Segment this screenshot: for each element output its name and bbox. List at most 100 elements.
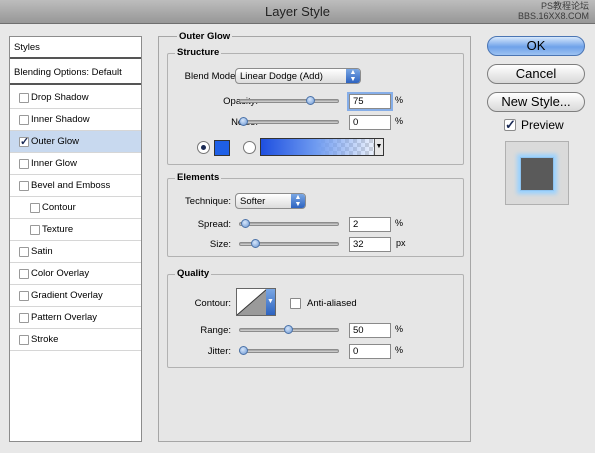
- style-item-checkbox[interactable]: [19, 135, 29, 148]
- opacity-unit: %: [395, 95, 404, 105]
- style-item-checkbox[interactable]: [19, 291, 29, 301]
- style-item-label: Texture: [42, 224, 74, 235]
- watermark-line-1: PS教程论坛: [540, 1, 589, 11]
- jitter-slider[interactable]: [239, 346, 339, 355]
- new-style-button[interactable]: New Style...: [487, 92, 585, 112]
- preview-square: [520, 157, 554, 191]
- style-item-contour[interactable]: Contour: [10, 197, 141, 219]
- gradient-radio[interactable]: [243, 141, 256, 154]
- style-item-checkbox[interactable]: [19, 335, 29, 345]
- spread-slider-knob[interactable]: [240, 219, 250, 228]
- size-slider-knob[interactable]: [250, 239, 260, 248]
- style-item-checkbox[interactable]: [19, 269, 29, 279]
- technique-label: Technique:: [185, 196, 231, 207]
- style-item-texture[interactable]: Texture: [10, 219, 141, 241]
- style-item-satin[interactable]: Satin: [10, 241, 141, 263]
- gradient-picker[interactable]: ▼: [260, 138, 384, 156]
- blending-options-item[interactable]: Blending Options: Default: [10, 61, 141, 85]
- style-item-gradient-overlay[interactable]: Gradient Overlay: [10, 285, 141, 307]
- opacity-slider-knob[interactable]: [305, 96, 315, 105]
- range-slider-knob[interactable]: [283, 325, 293, 334]
- contour-label: Contour:: [194, 298, 231, 309]
- antialiased-checkbox[interactable]: [290, 298, 301, 309]
- blend-mode-select[interactable]: Linear Dodge (Add) ▲ ▼: [235, 68, 361, 84]
- style-item-pattern-overlay[interactable]: Pattern Overlay: [10, 307, 141, 329]
- size-field[interactable]: 32: [349, 237, 391, 252]
- ok-button[interactable]: OK: [487, 36, 585, 56]
- style-item-inner-shadow[interactable]: Inner Shadow: [10, 109, 141, 131]
- opacity-slider[interactable]: [239, 96, 339, 105]
- style-item-label: Stroke: [31, 334, 59, 345]
- blend-mode-value: Linear Dodge (Add): [240, 71, 323, 82]
- preview-label: Preview: [521, 118, 564, 132]
- style-item-checkbox[interactable]: [19, 247, 29, 257]
- chevron-down-icon: ▼: [266, 289, 275, 315]
- jitter-field[interactable]: 0: [349, 344, 391, 359]
- glow-color-swatch[interactable]: [214, 140, 230, 156]
- watermark-line-2: BBS.16XX8.COM: [517, 11, 589, 21]
- style-item-checkbox[interactable]: [19, 93, 29, 103]
- structure-title: Structure: [175, 47, 222, 58]
- spread-unit: %: [395, 218, 404, 228]
- contour-curve-icon: [237, 289, 267, 315]
- styles-list: Styles Blending Options: Default Drop Sh…: [9, 36, 142, 442]
- elements-title: Elements: [175, 172, 222, 183]
- cancel-button[interactable]: Cancel: [487, 64, 585, 84]
- style-item-inner-glow[interactable]: Inner Glow: [10, 153, 141, 175]
- radio-dot-icon: [201, 145, 206, 150]
- opacity-field[interactable]: 75: [349, 94, 391, 109]
- style-item-checkbox[interactable]: [19, 313, 29, 323]
- size-label: Size:: [209, 239, 231, 250]
- style-item-label: Inner Shadow: [31, 114, 90, 125]
- antialiased-label: Anti-aliased: [307, 298, 357, 309]
- style-item-bevel-and-emboss[interactable]: Bevel and Emboss: [10, 175, 141, 197]
- size-unit: px: [396, 238, 406, 248]
- styles-header-label: Styles: [14, 42, 40, 53]
- spread-slider[interactable]: [239, 219, 339, 228]
- jitter-slider-knob[interactable]: [239, 346, 248, 355]
- style-item-label: Drop Shadow: [31, 92, 89, 103]
- preview-thumbnail: [505, 141, 569, 205]
- style-item-label: Outer Glow: [31, 136, 80, 147]
- noise-unit: %: [395, 116, 404, 126]
- title-bar: Layer Style PS教程论坛 BBS.16XX8.COM: [0, 0, 595, 24]
- chevron-down-icon: ▼: [374, 139, 383, 155]
- style-item-checkbox[interactable]: [19, 115, 29, 125]
- style-item-label: Gradient Overlay: [31, 290, 103, 301]
- blending-options-label: Blending Options: Default: [14, 67, 122, 78]
- outer-glow-title: Outer Glow: [177, 31, 233, 42]
- style-item-stroke[interactable]: Stroke: [10, 329, 141, 351]
- range-label: Range:: [200, 325, 231, 336]
- noise-field[interactable]: 0: [349, 115, 391, 130]
- style-item-label: Inner Glow: [31, 158, 77, 169]
- style-item-label: Pattern Overlay: [31, 312, 97, 323]
- jitter-unit: %: [395, 345, 404, 355]
- style-item-label: Color Overlay: [31, 268, 90, 279]
- style-item-outer-glow[interactable]: Outer Glow: [10, 131, 141, 153]
- preview-checkbox[interactable]: [504, 117, 516, 133]
- style-item-checkbox[interactable]: [30, 225, 40, 235]
- style-item-checkbox[interactable]: [19, 181, 29, 191]
- style-item-checkbox[interactable]: [19, 159, 29, 169]
- range-field[interactable]: 50: [349, 323, 391, 338]
- quality-title: Quality: [175, 268, 212, 279]
- contour-picker[interactable]: ▼: [236, 288, 276, 316]
- size-slider[interactable]: [239, 239, 339, 248]
- noise-slider-knob[interactable]: [239, 117, 248, 126]
- outer-glow-panel: Outer Glow Structure Blend Mode: Linear …: [158, 31, 471, 442]
- noise-slider[interactable]: [239, 117, 339, 126]
- chevron-updown-icon: ▲ ▼: [346, 69, 360, 83]
- style-item-color-overlay[interactable]: Color Overlay: [10, 263, 141, 285]
- blend-mode-label: Blend Mode:: [184, 71, 238, 82]
- range-slider[interactable]: [239, 325, 339, 334]
- style-item-label: Satin: [31, 246, 53, 257]
- color-radio[interactable]: [197, 141, 210, 154]
- style-item-drop-shadow[interactable]: Drop Shadow: [10, 87, 141, 109]
- technique-select[interactable]: Softer ▲ ▼: [235, 193, 306, 209]
- window-title: Layer Style: [264, 4, 331, 19]
- style-item-label: Contour: [42, 202, 76, 213]
- styles-header[interactable]: Styles: [10, 37, 141, 59]
- spread-field[interactable]: 2: [349, 217, 391, 232]
- style-item-checkbox[interactable]: [30, 203, 40, 213]
- chevron-updown-icon: ▲ ▼: [291, 194, 305, 208]
